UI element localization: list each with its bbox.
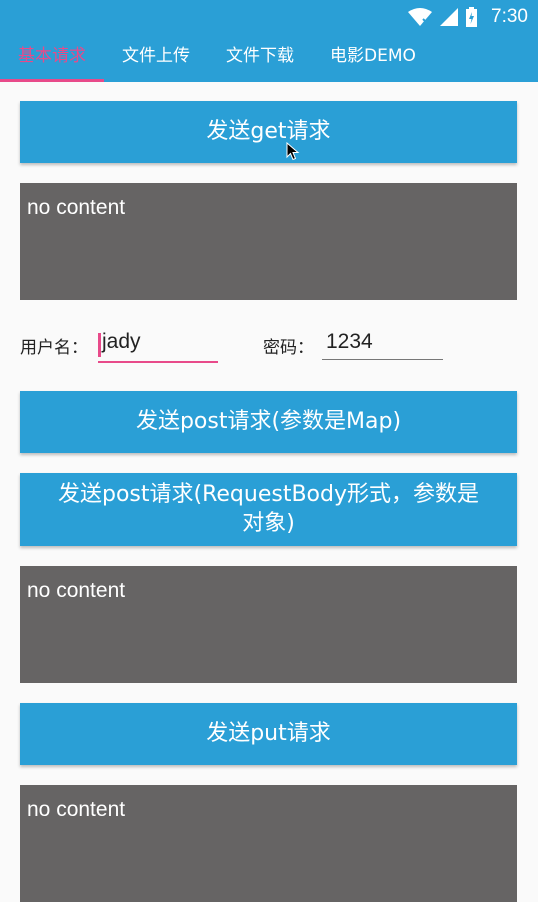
wifi-icon — [408, 8, 433, 26]
get-result-box: no content — [20, 183, 517, 300]
status-time: 7:30 — [491, 6, 528, 27]
tab-bar: 基本请求 文件上传 文件下载 电影DEMO — [0, 33, 538, 82]
battery-icon — [466, 7, 478, 27]
tab-movie-demo[interactable]: 电影DEMO — [312, 33, 434, 82]
signal-icon — [440, 8, 459, 26]
tab-indicator — [0, 79, 104, 82]
put-result-box: no content — [20, 785, 517, 902]
password-value: 1234 — [326, 330, 373, 353]
send-get-button[interactable]: 发送get请求 — [20, 101, 517, 163]
password-field[interactable]: 1234 — [322, 330, 443, 360]
tab-file-download[interactable]: 文件下载 — [208, 33, 312, 82]
send-post-map-button[interactable]: 发送post请求(参数是Map) — [20, 391, 517, 453]
status-icons: 7:30 — [408, 6, 528, 28]
send-post-body-button[interactable]: 发送post请求(RequestBody形式，参数是对象) — [20, 473, 517, 546]
tab-basic-request[interactable]: 基本请求 — [0, 33, 104, 82]
password-underline — [322, 359, 443, 360]
username-label: 用户名： — [20, 338, 88, 358]
username-underline — [98, 361, 218, 363]
post-result-box: no content — [20, 566, 517, 683]
username-value: jady — [102, 330, 141, 353]
status-bar: 7:30 — [0, 0, 538, 33]
text-cursor — [98, 333, 101, 357]
username-field[interactable]: jady — [98, 330, 218, 363]
password-label: 密码： — [263, 338, 314, 358]
tab-file-upload[interactable]: 文件上传 — [104, 33, 208, 82]
send-put-button[interactable]: 发送put请求 — [20, 703, 517, 765]
mouse-cursor-icon — [286, 142, 300, 161]
